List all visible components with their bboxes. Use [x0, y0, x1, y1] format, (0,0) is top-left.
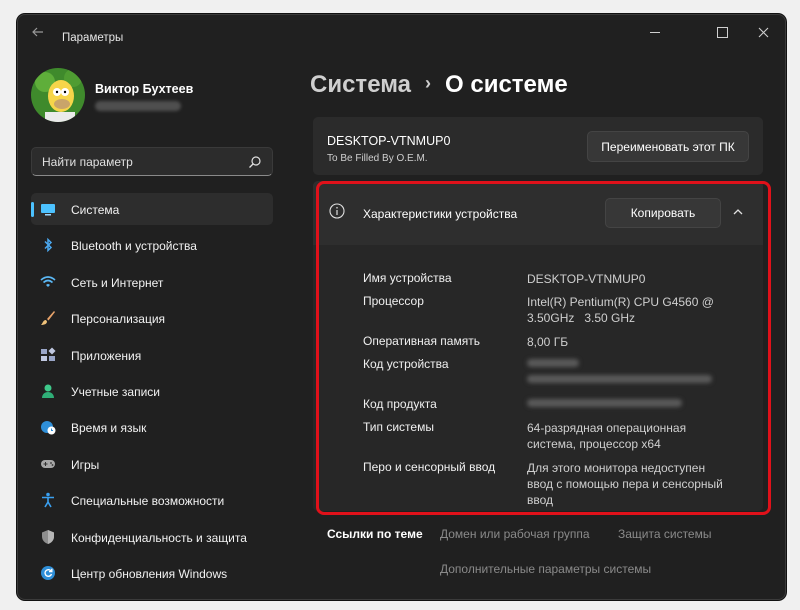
sidebar-item-personalization[interactable]: Персонализация — [31, 302, 273, 334]
spec-label-product-id: Код продукта — [363, 397, 437, 411]
title-bar: Параметры — [18, 15, 785, 49]
apps-icon — [40, 347, 56, 363]
update-icon — [40, 565, 56, 581]
sidebar-item-accounts[interactable]: Учетные записи — [31, 375, 273, 407]
sidebar-nav: Система Bluetooth и устройства Сеть и Ин… — [31, 193, 273, 593]
spec-value-ram: 8,00 ГБ — [527, 335, 569, 349]
spec-label-system-type: Тип системы — [363, 420, 434, 434]
link-domain-workgroup[interactable]: Домен или рабочая группа — [440, 527, 590, 541]
sidebar-item-label: Конфиденциальность и защита — [71, 530, 247, 545]
user-name: Виктор Бухтеев — [95, 82, 194, 96]
gamepad-icon — [40, 456, 56, 472]
brush-icon — [40, 310, 56, 326]
product-id-blurred — [527, 399, 682, 407]
specs-header[interactable]: Характеристики устройства Копировать — [313, 181, 763, 245]
sidebar-item-label: Центр обновления Windows — [71, 566, 228, 581]
sidebar-item-label: Персонализация — [71, 312, 166, 327]
specs-title: Характеристики устройства — [363, 207, 518, 221]
maximize-icon — [716, 26, 728, 38]
sidebar-item-label: Bluetooth и устройства — [71, 239, 197, 254]
info-icon — [329, 203, 345, 219]
sidebar-item-accessibility[interactable]: Специальные возможности — [31, 484, 273, 516]
spec-label-device-id: Код устройства — [363, 357, 449, 371]
minimize-icon — [650, 31, 660, 33]
sidebar-item-network[interactable]: Сеть и Интернет — [31, 266, 273, 298]
search-input[interactable] — [42, 155, 242, 169]
maximize-button[interactable] — [699, 21, 745, 43]
spec-value-system-type: 64-разрядная операционная система, проце… — [527, 421, 687, 451]
chevron-up-icon[interactable] — [731, 205, 745, 219]
spec-label-processor: Процессор — [363, 294, 424, 308]
sidebar-item-label: Специальные возможности — [71, 494, 225, 509]
sidebar-item-label: Приложения — [71, 348, 142, 363]
device-card: DESKTOP-VTNMUP0 To Be Filled By O.E.M. П… — [313, 117, 763, 175]
user-email-blurred — [95, 101, 181, 111]
spec-label-pen-touch: Перо и сенсорный ввод — [363, 460, 496, 474]
sidebar-item-apps[interactable]: Приложения — [31, 339, 273, 371]
link-system-protection[interactable]: Защита системы — [618, 527, 711, 541]
close-button[interactable] — [740, 21, 785, 43]
bluetooth-icon — [40, 237, 56, 253]
device-id-blurred — [527, 359, 579, 367]
rename-pc-button[interactable]: Переименовать этот ПК — [587, 131, 749, 162]
search-icon[interactable] — [248, 155, 262, 169]
sidebar-item-bluetooth[interactable]: Bluetooth и устройства — [31, 229, 273, 261]
minimize-button[interactable] — [632, 21, 678, 43]
sidebar-item-label: Игры — [71, 457, 100, 472]
globe-clock-icon — [40, 419, 56, 435]
sidebar-item-label: Система — [71, 203, 120, 217]
sidebar-item-label: Учетные записи — [71, 384, 160, 399]
copy-button[interactable]: Копировать — [605, 198, 721, 228]
shield-icon — [40, 529, 56, 545]
related-title: Ссылки по теме — [327, 527, 423, 541]
device-model: To Be Filled By O.E.M. — [327, 153, 428, 164]
search-box[interactable] — [31, 147, 273, 176]
spec-value-processor: Intel(R) Pentium(R) CPU G4560 @ 3.50GHz … — [527, 295, 718, 325]
link-advanced-system-settings[interactable]: Дополнительные параметры системы — [440, 562, 651, 576]
breadcrumb: Система › О системе — [310, 71, 568, 99]
sidebar-item-time-language[interactable]: Время и язык — [31, 411, 273, 443]
wifi-icon — [40, 274, 56, 290]
settings-window: Параметры Виктор Бухтеев Найти параметр … — [17, 14, 786, 600]
spec-label-ram: Оперативная память — [363, 334, 480, 348]
sidebar-item-label: Время и язык — [71, 421, 147, 436]
breadcrumb-parent[interactable]: Система — [310, 71, 411, 98]
spec-label-device-name: Имя устройства — [363, 271, 452, 285]
sidebar-item-system[interactable]: Система — [31, 193, 273, 225]
device-id-blurred — [527, 375, 712, 383]
app-title: Параметры — [62, 32, 124, 44]
sidebar-item-label: Сеть и Интернет — [71, 275, 164, 290]
person-icon — [40, 383, 56, 399]
close-icon — [758, 27, 768, 37]
system-icon — [40, 201, 56, 217]
back-arrow-icon[interactable] — [30, 24, 46, 40]
spec-value-device-name: DESKTOP-VTNMUP0 — [527, 272, 646, 286]
accessibility-icon — [40, 492, 56, 508]
sidebar-item-windows-update[interactable]: Центр обновления Windows — [31, 557, 273, 589]
page-title: О системе — [445, 71, 568, 98]
spec-value-pen-touch: Для этого монитора недоступен ввод с пом… — [527, 461, 723, 507]
breadcrumb-separator: › — [425, 73, 432, 93]
related-links: Ссылки по теме Домен или рабочая группа … — [313, 517, 763, 597]
device-name: DESKTOP-VTNMUP0 — [327, 134, 451, 148]
specs-body: Имя устройства DESKTOP-VTNMUP0 Процессор… — [313, 245, 763, 511]
device-specs-card: Характеристики устройства Копировать Имя… — [313, 181, 763, 511]
sidebar-item-privacy[interactable]: Конфиденциальность и защита — [31, 521, 273, 553]
avatar — [31, 68, 85, 122]
sidebar-item-gaming[interactable]: Игры — [31, 448, 273, 480]
